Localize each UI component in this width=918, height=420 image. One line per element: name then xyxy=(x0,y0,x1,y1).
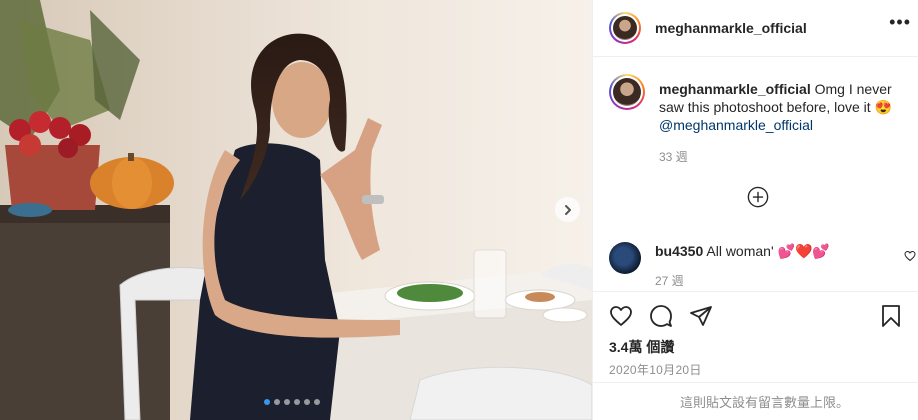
likes-count[interactable]: 3.4萬 個讚 xyxy=(609,337,674,357)
bookmark-icon[interactable] xyxy=(879,304,903,328)
post-photo[interactable] xyxy=(0,0,592,420)
carousel-next-button[interactable] xyxy=(555,197,580,222)
carousel-dot xyxy=(294,399,300,405)
comment-mention-link[interactable]: @meghanmarkle_official xyxy=(659,117,813,133)
chevron-right-icon xyxy=(564,204,571,215)
more-options-button[interactable]: ••• xyxy=(889,12,911,33)
author-username[interactable]: meghanmarkle_official xyxy=(655,20,807,36)
more-horizontal-icon: ••• xyxy=(889,12,911,32)
carousel-dot xyxy=(264,399,270,405)
comment-avatar[interactable] xyxy=(609,242,641,274)
carousel-dot xyxy=(284,399,290,405)
like-heart-icon[interactable] xyxy=(609,304,633,328)
comment-item: bu4350 All woman' 💕❤️💕 27 週 xyxy=(609,242,905,290)
comment-text: All woman' 💕❤️💕 xyxy=(706,243,830,259)
post-side-panel: meghanmarkle_official ••• meghanmarkle_o… xyxy=(592,0,918,420)
post-date[interactable]: 2020年10月20日 xyxy=(609,361,702,378)
actions-divider xyxy=(593,291,918,292)
carousel-dot xyxy=(314,399,320,405)
comment-username[interactable]: bu4350 xyxy=(655,243,703,259)
carousel-dot xyxy=(274,399,280,405)
comment-item: meghanmarkle_official Omg I never saw th… xyxy=(609,74,909,166)
heart-outline-icon[interactable] xyxy=(904,250,916,262)
comments-limit-text: 這則貼文設有留言數量上限。 xyxy=(679,395,849,410)
comment-username[interactable]: meghanmarkle_official xyxy=(659,81,811,97)
comment-avatar[interactable] xyxy=(609,74,645,110)
author-avatar[interactable] xyxy=(609,12,641,44)
comments-limit-notice: 這則貼文設有留言數量上限。 xyxy=(593,382,918,420)
comment-time[interactable]: 27 週 xyxy=(655,272,905,290)
instagram-post: meghanmarkle_official ••• meghanmarkle_o… xyxy=(0,0,918,420)
comment-bubble-icon[interactable] xyxy=(649,304,673,328)
comment-time[interactable]: 33 週 xyxy=(659,148,909,166)
post-header: meghanmarkle_official ••• xyxy=(593,0,918,57)
carousel-indicator xyxy=(264,399,320,405)
photo-image xyxy=(0,0,592,420)
share-send-icon[interactable] xyxy=(689,304,713,328)
carousel-dot xyxy=(304,399,310,405)
plus-circle-icon[interactable] xyxy=(747,186,769,208)
